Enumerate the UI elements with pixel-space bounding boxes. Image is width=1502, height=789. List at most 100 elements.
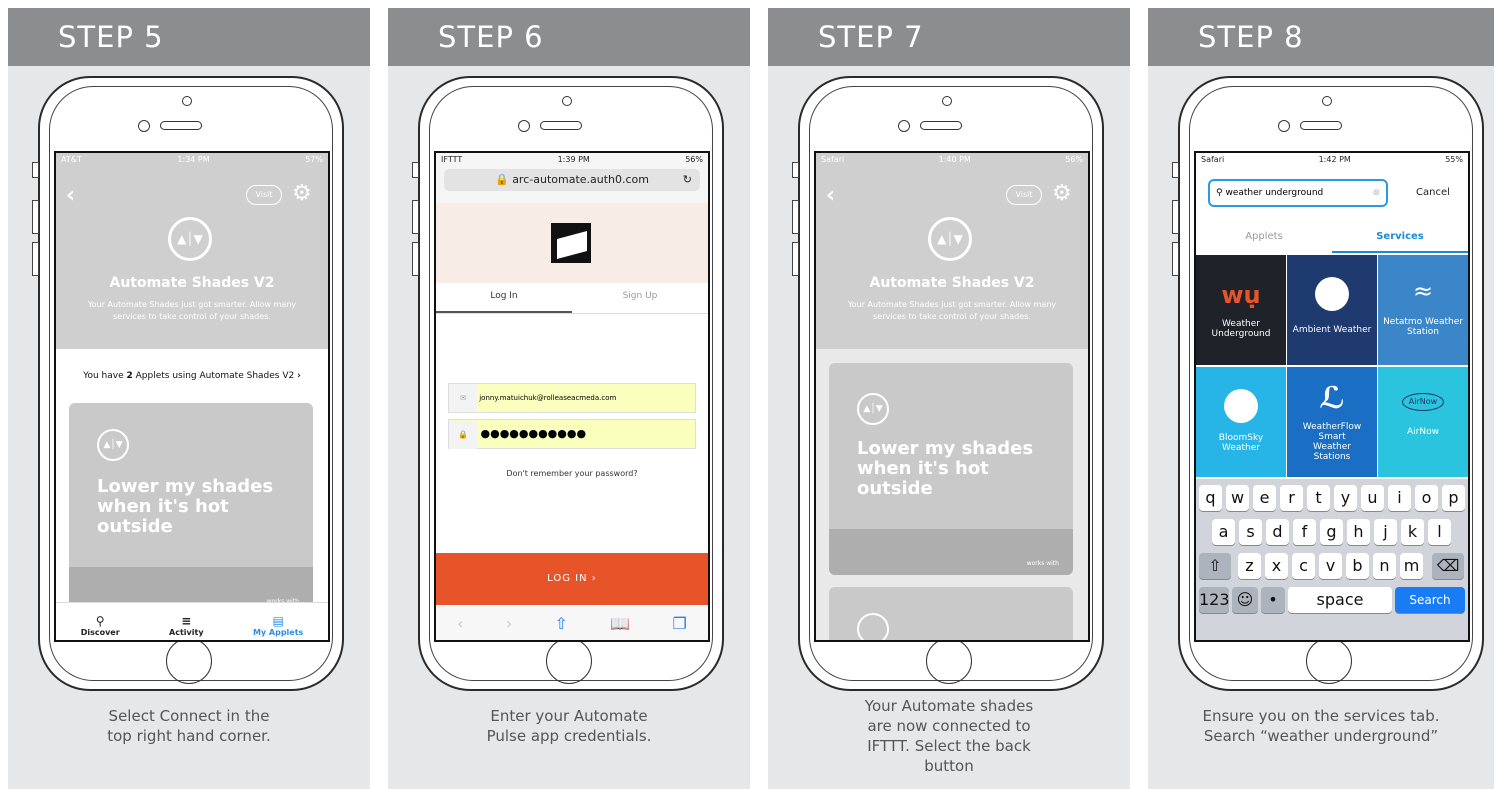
key-t[interactable]: t (1307, 485, 1330, 511)
forgot-password-link[interactable]: Don't remember your password? (436, 469, 708, 478)
service-tile[interactable]: BloomSky Weather (1196, 367, 1286, 477)
key-r[interactable]: r (1280, 485, 1303, 511)
tab-my-applets[interactable]: ▤ My Applets (253, 614, 303, 637)
applet-card[interactable]: ▲│▼ Lower my shades when it's hot outsid… (829, 363, 1073, 575)
bloomsky-logo (1224, 389, 1258, 423)
phone-frame: AT&T 1:34 PM 57% ‹ Visit ⚙ ▲│▼ Automate Sh… (32, 76, 344, 691)
tabs-icon[interactable]: ❐ (672, 614, 686, 633)
mic-key[interactable]: • (1261, 587, 1285, 613)
key-c[interactable]: c (1292, 553, 1315, 579)
backspace-key[interactable]: ⌫ (1432, 553, 1464, 579)
service-description: Your Automate Shades just got smarter. A… (847, 300, 1057, 321)
lock-icon: 🔒 (494, 173, 509, 186)
key-a[interactable]: a (1212, 519, 1235, 545)
tab-signup[interactable]: Sign Up (572, 291, 708, 301)
brand-logo (551, 223, 591, 263)
applet-card[interactable] (829, 587, 1073, 640)
key-h[interactable]: h (1347, 519, 1370, 545)
tab-login[interactable]: Log In (436, 291, 572, 301)
step-6-panel: STEP 6 IFTTT 1:39 PM 56% 🔒 arc-automate.au… (388, 8, 750, 789)
back-chevron-icon[interactable]: ‹ (826, 183, 835, 208)
applets-count-link[interactable]: You have 2 Applets using Automate Shades… (56, 371, 328, 381)
key-y[interactable]: y (1334, 485, 1357, 511)
gear-icon[interactable]: ⚙ (292, 181, 312, 206)
key-d[interactable]: d (1266, 519, 1289, 545)
key-z[interactable]: z (1238, 553, 1261, 579)
service-name: Automate Shades V2 (109, 275, 275, 291)
automate-logo-icon: ▲│▼ (857, 393, 889, 425)
key-i[interactable]: i (1388, 485, 1411, 511)
key-s[interactable]: s (1239, 519, 1262, 545)
key-u[interactable]: u (1361, 485, 1384, 511)
url-bar[interactable]: 🔒 arc-automate.auth0.com ↻ (444, 169, 700, 191)
key-j[interactable]: j (1374, 519, 1397, 545)
automate-logo-icon: ▲│▼ (97, 429, 129, 461)
phone-frame: Safari 1:42 PM 55% ⚲ weather underground ⊗… (1172, 76, 1484, 691)
home-button[interactable] (166, 638, 212, 684)
lock-icon: 🔒 (449, 421, 477, 449)
key-n[interactable]: n (1373, 553, 1396, 579)
key-o[interactable]: o (1415, 485, 1438, 511)
applet-card[interactable]: ▲│▼ Lower my shades when it's hot outsid… (69, 403, 313, 613)
key-x[interactable]: x (1265, 553, 1288, 579)
home-button[interactable] (546, 638, 592, 684)
key-l[interactable]: l (1428, 519, 1451, 545)
key-f[interactable]: f (1293, 519, 1316, 545)
search-key[interactable]: Search (1395, 587, 1465, 613)
key-b[interactable]: b (1346, 553, 1369, 579)
applet-title: Lower my shades when it's hot outside (97, 476, 274, 537)
back-icon[interactable]: ‹ (457, 614, 463, 633)
tab-applets[interactable]: Applets (1196, 231, 1332, 242)
home-button[interactable] (1306, 638, 1352, 684)
service-tile[interactable]: Ambient Weather (1287, 255, 1377, 365)
step-title: STEP 5 (8, 8, 370, 66)
key-w[interactable]: w (1226, 485, 1249, 511)
status-bar: IFTTT 1:39 PM 56% (441, 155, 703, 164)
bookmarks-icon[interactable]: 📖 (610, 614, 630, 633)
automate-logo-icon: ▲│▼ (928, 217, 972, 261)
login-button[interactable]: LOG IN › (436, 553, 708, 605)
back-chevron-icon[interactable]: ‹ (66, 183, 75, 208)
forward-icon[interactable]: › (506, 614, 512, 633)
tab-activity[interactable]: ≡ Activity (169, 614, 204, 637)
key-m[interactable]: m (1400, 553, 1423, 579)
clear-icon[interactable]: ⊗ (1372, 181, 1380, 205)
step-caption: Select Connect in the top right hand corn… (107, 707, 271, 745)
key-p[interactable]: p (1442, 485, 1465, 511)
visit-button[interactable]: Visit (246, 185, 282, 205)
service-tile[interactable]: AirNow AirNow (1378, 367, 1468, 477)
search-icon: ⚲ (95, 614, 105, 628)
service-tile[interactable]: ≈ Netatmo Weather Station (1378, 255, 1468, 365)
step-7-panel: STEP 7 Safari 1:40 PM 56% ‹ Visit ⚙ ▲│▼ Au… (768, 8, 1130, 789)
reload-icon[interactable]: ↻ (683, 169, 692, 191)
emoji-key[interactable]: ☺ (1232, 587, 1258, 613)
email-field[interactable]: ✉ jonny.matuichuk@rolleaseacmeda.com (448, 383, 696, 413)
email-icon: ✉ (449, 384, 477, 412)
cancel-button[interactable]: Cancel (1416, 187, 1450, 198)
numbers-key[interactable]: 123 (1199, 587, 1230, 613)
key-q[interactable]: q (1199, 485, 1222, 511)
airnow-logo: AirNow (1402, 393, 1444, 411)
visit-button[interactable]: Visit (1006, 185, 1042, 205)
key-k[interactable]: k (1401, 519, 1424, 545)
status-bar: AT&T 1:34 PM 57% (61, 155, 323, 164)
automate-logo-icon (857, 613, 889, 640)
phone-frame: IFTTT 1:39 PM 56% 🔒 arc-automate.auth0.com… (412, 76, 724, 691)
gear-icon[interactable]: ⚙ (1052, 181, 1072, 206)
service-tile[interactable]: ℒ WeatherFlow Smart Weather Stations (1287, 367, 1377, 477)
space-key[interactable]: space (1288, 587, 1392, 613)
password-field[interactable]: 🔒 ●●●●●●●●●●● (448, 419, 696, 449)
tab-services[interactable]: Services (1332, 231, 1468, 242)
step-caption: Ensure you on the services tab. Search “w… (1202, 707, 1440, 745)
tab-discover[interactable]: ⚲ Discover (81, 614, 120, 637)
key-e[interactable]: e (1253, 485, 1276, 511)
ifttt-service-screen: Safari 1:40 PM 56% ‹ Visit ⚙ ▲│▼ Automate … (814, 151, 1090, 642)
key-g[interactable]: g (1320, 519, 1343, 545)
ifttt-service-screen: AT&T 1:34 PM 57% ‹ Visit ⚙ ▲│▼ Automate Sh… (54, 151, 330, 642)
home-button[interactable] (926, 638, 972, 684)
service-tile[interactable]: wụ Weather Underground (1196, 255, 1286, 365)
shift-key[interactable]: ⇧ (1199, 553, 1231, 579)
share-icon[interactable]: ⇧ (555, 614, 568, 633)
search-input[interactable]: ⚲ weather underground ⊗ (1208, 179, 1388, 207)
key-v[interactable]: v (1319, 553, 1342, 579)
